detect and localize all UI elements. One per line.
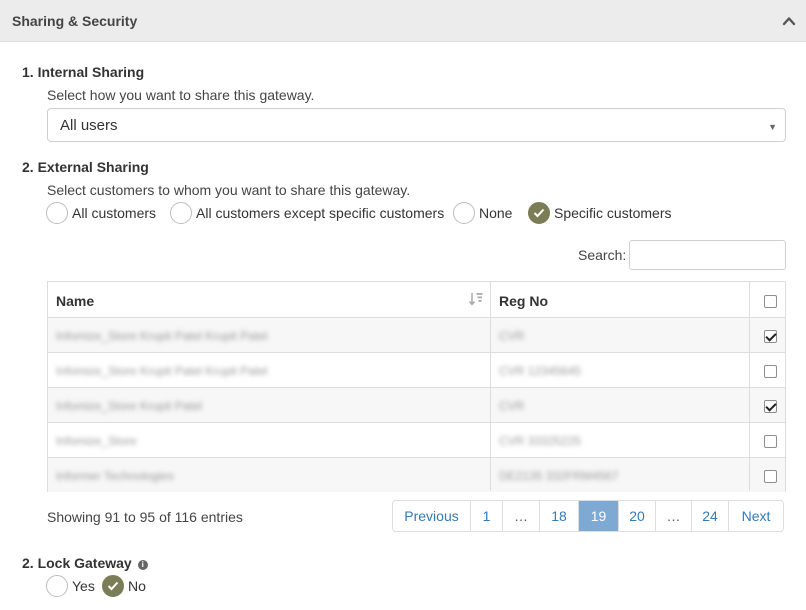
radio-specific-customers[interactable]: Specific customers (528, 202, 671, 224)
radio-label: None (479, 205, 513, 221)
pagination-page[interactable]: 20 (618, 501, 655, 531)
radio-icon[interactable] (46, 202, 68, 224)
lock-gateway-title: 2. Lock Gateway i (22, 555, 148, 571)
table-info: Showing 91 to 95 of 116 entries (47, 509, 243, 525)
table-row: Informer Technologies DE2135 332FRM4567 (48, 457, 785, 492)
pagination-next[interactable]: Next (728, 501, 783, 531)
pagination-ellipsis: … (502, 501, 539, 531)
column-header-name[interactable]: Name (56, 293, 94, 309)
radio-label: No (128, 578, 146, 594)
row-name: Informer Technologies (56, 469, 174, 483)
radio-label: All customers except specific customers (196, 205, 445, 221)
select-all-checkbox[interactable] (764, 295, 777, 308)
pagination-page[interactable]: 1 (470, 501, 502, 531)
row-name: Infomize_Store (56, 434, 137, 448)
row-reg: CVR 12345645 (499, 364, 582, 378)
row-checkbox[interactable] (764, 330, 777, 343)
row-checkbox[interactable] (764, 435, 777, 448)
customers-table: Name Reg No Infomize_Store Krupit Patel … (47, 281, 786, 492)
search-label: Search: (578, 247, 627, 263)
internal-sharing-title: 1. Internal Sharing (22, 64, 145, 80)
info-icon[interactable]: i (137, 560, 148, 570)
pagination: Previous 1 … 18 19 20 … 24 Next (392, 500, 784, 532)
row-reg: CVR (499, 329, 525, 343)
check-icon (107, 581, 119, 591)
row-reg: DE2135 332FRM4567 (499, 469, 619, 483)
radio-icon[interactable] (453, 202, 475, 224)
row-name: Infomize_Store Krupit Patel Krupit Patel (56, 329, 268, 343)
external-sharing-help: Select customers to whom you want to sha… (47, 182, 411, 198)
pagination-ellipsis: … (655, 501, 691, 531)
row-name: Infomize_Store Krupit Patel (56, 399, 203, 413)
radio-lock-yes[interactable]: Yes (46, 575, 95, 597)
radio-none[interactable]: None (453, 202, 512, 224)
caret-down-icon: ▼ (768, 122, 777, 132)
pagination-page[interactable]: 24 (691, 501, 728, 531)
radio-label: Yes (72, 578, 95, 594)
pagination-page[interactable]: 18 (539, 501, 578, 531)
internal-sharing-select[interactable]: All users ▼ (47, 108, 786, 142)
panel-title: Sharing & Security (12, 13, 138, 29)
row-reg: CVR 33325225 (499, 434, 582, 448)
table-row: Infomize_Store Krupit Patel CVR (48, 387, 785, 422)
row-reg: CVR (499, 399, 525, 413)
sort-icon[interactable] (468, 292, 484, 306)
row-name: Infomize_Store Krupit Patel Krupit Patel (56, 364, 268, 378)
external-sharing-title: 2. External Sharing (22, 159, 149, 175)
radio-label: All customers (72, 205, 157, 221)
radio-label: Specific customers (554, 205, 672, 221)
row-checkbox[interactable] (764, 470, 777, 483)
pagination-previous[interactable]: Previous (393, 501, 470, 531)
panel-header[interactable]: Sharing & Security (0, 0, 806, 42)
search-input[interactable] (629, 240, 786, 270)
table-row: Infomize_Store Krupit Patel Krupit Patel… (48, 352, 785, 387)
radio-all-customers[interactable]: All customers (46, 202, 156, 224)
radio-checked-icon[interactable] (528, 202, 550, 224)
radio-lock-no[interactable]: No (102, 575, 146, 597)
radio-icon[interactable] (46, 575, 68, 597)
lock-gateway-label: 2. Lock Gateway (22, 555, 132, 571)
row-checkbox[interactable] (764, 400, 777, 413)
table-row: Infomize_Store CVR 33325225 (48, 422, 785, 457)
table-row: Infomize_Store Krupit Patel Krupit Patel… (48, 317, 785, 352)
column-header-reg-no[interactable]: Reg No (499, 293, 548, 309)
pagination-page-active[interactable]: 19 (578, 501, 618, 531)
radio-checked-icon[interactable] (102, 575, 124, 597)
table-header: Name Reg No (48, 282, 785, 317)
chevron-up-icon[interactable] (782, 14, 796, 28)
select-value: All users (60, 117, 118, 134)
radio-icon[interactable] (170, 202, 192, 224)
radio-all-except[interactable]: All customers except specific customers (170, 202, 444, 224)
column-divider (749, 282, 750, 491)
check-icon (533, 208, 545, 218)
row-checkbox[interactable] (764, 365, 777, 378)
column-divider (490, 282, 491, 491)
internal-sharing-help: Select how you want to share this gatewa… (47, 87, 315, 103)
